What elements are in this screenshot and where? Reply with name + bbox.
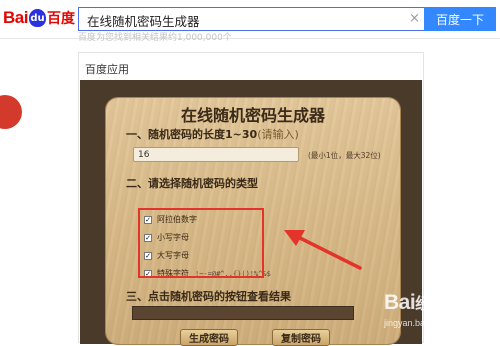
side-float-button[interactable] (0, 95, 22, 129)
card-title: 百度应用 (85, 63, 129, 76)
section-result-heading: 三、点击随机密码的按钮查看结果 (126, 290, 291, 303)
search-input[interactable] (85, 10, 409, 30)
password-generator-panel: 在线随机密码生成器 一、随机密码的长度1~30(请输入) (最小1位，最大32位… (106, 98, 400, 346)
section-length-label: 一、随机密码的长度1~30 (126, 128, 258, 141)
logo-text-cn: 百度 (46, 11, 75, 27)
section-length-hint: (请输入) (257, 128, 299, 141)
generate-password-button[interactable]: 生成密码 (180, 329, 238, 346)
app-frame: 在线随机密码生成器 一、随机密码的长度1~30(请输入) (最小1位，最大32位… (80, 80, 422, 346)
watermark-brand: Bai经验 (384, 290, 447, 315)
password-result-field[interactable] (132, 306, 354, 320)
logo-text-en: Bai (3, 8, 28, 27)
section-length-heading: 一、随机密码的长度1~30(请输入) (126, 126, 299, 142)
close-icon[interactable]: × (409, 11, 420, 26)
length-input[interactable] (133, 147, 299, 162)
section-type-heading: 二、请选择随机密码的类型 (126, 177, 258, 190)
search-box: × (78, 7, 424, 31)
paw-icon: du (28, 9, 46, 27)
app-title: 在线随机密码生成器 (180, 106, 325, 125)
length-note: (最小1位，最大32位) (308, 151, 381, 160)
watermark-brand-cn: 经验 (415, 294, 447, 313)
watermark-url: jingyan.baidu.com (384, 318, 457, 328)
search-button[interactable]: 百度一下 (424, 7, 496, 31)
annotation-highlight-box (138, 208, 264, 278)
baidu-app-card: 百度应用 在线随机密码生成器 一、随机密码的长度1~30(请输入) (最小1位，… (78, 52, 424, 346)
watermark-brand-en: Bai (384, 291, 416, 314)
baidu-jingyan-watermark: Bai经验 jingyan.baidu.com (380, 290, 500, 340)
baidu-logo[interactable]: Bai du 百度 (3, 6, 75, 30)
result-count-text: 百度为您找到相关结果约1,000,000个 (78, 33, 232, 42)
copy-password-button[interactable]: 复制密码 (272, 329, 330, 346)
